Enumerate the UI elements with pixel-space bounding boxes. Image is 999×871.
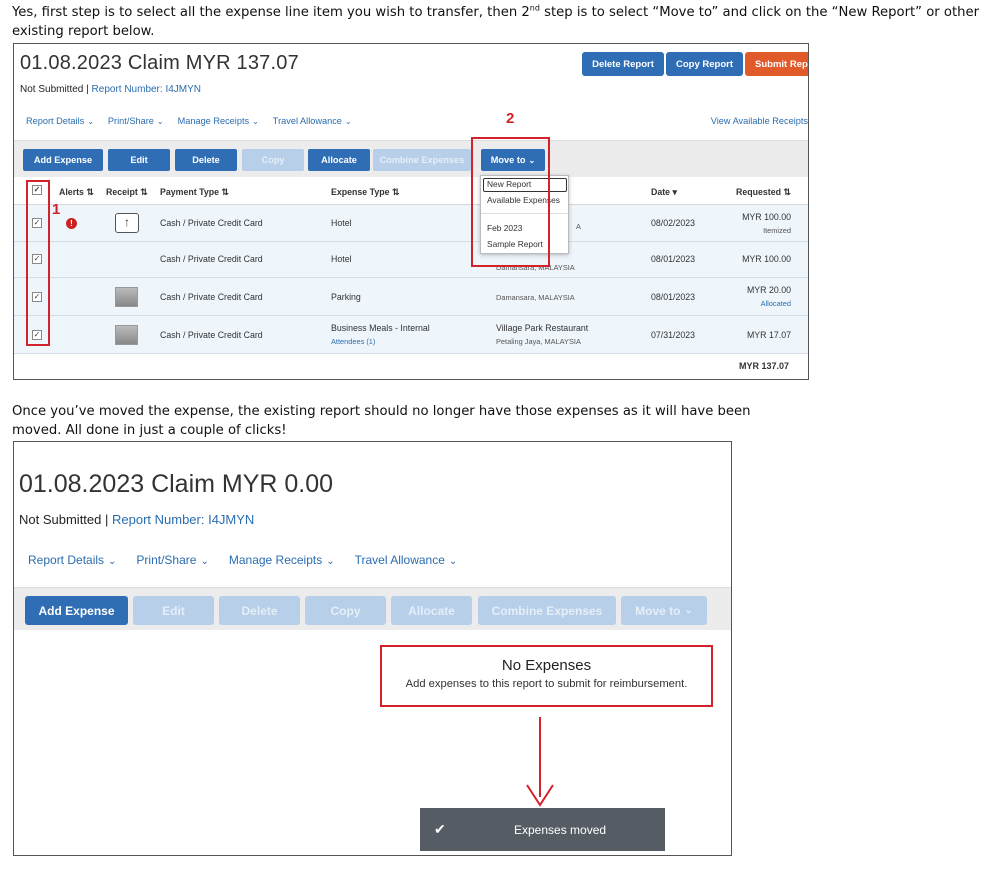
screenshot-after: 01.08.2023 Claim MYR 0.00 Not Submitted … — [13, 441, 732, 856]
combine-expenses-button[interactable]: Combine Expenses — [478, 596, 616, 625]
payment-type: Cash / Private Credit Card — [160, 218, 263, 228]
payment-type: Cash / Private Credit Card — [160, 254, 263, 264]
chevron-down-icon: ⌄ — [684, 605, 693, 616]
move-to-button[interactable]: Move to ⌄ — [621, 596, 707, 625]
chevron-down-icon: ⌄ — [156, 117, 164, 126]
report-total: MYR 137.07 — [738, 361, 789, 371]
payment-type: Cash / Private Credit Card — [160, 330, 263, 340]
attendees-link[interactable]: Attendees (1) — [331, 337, 375, 346]
tab-manage-receipts[interactable]: Manage Receipts ⌄ — [178, 116, 259, 126]
table-row[interactable]: ✓ Cash / Private Credit Card Parking Dam… — [14, 278, 808, 316]
alert-icon: ! — [66, 218, 77, 229]
tab-report-details[interactable]: Report Details ⌄ — [28, 553, 116, 567]
expense-type: Business Meals - Internal — [331, 323, 430, 333]
report-status: Not Submitted | — [19, 512, 109, 527]
report-menu: Report Details ⌄ Print/Share ⌄ Manage Rece… — [28, 553, 457, 567]
col-payment-type[interactable]: Payment Type ⇅ — [160, 187, 229, 198]
annotation-box-move-to — [471, 137, 550, 267]
report-subtitle: Not Submitted | Report Number: I4JMYN — [20, 84, 201, 95]
table-row[interactable]: ✓ Cash / Private Credit Card Business Me… — [14, 316, 808, 354]
copy-button[interactable]: Copy — [305, 596, 386, 625]
amount: MYR 17.07 — [746, 330, 791, 340]
expense-date: 08/02/2023 — [651, 218, 696, 228]
view-available-receipts-link[interactable]: View Available Receipts — [711, 116, 808, 126]
receipt-thumbnail[interactable] — [115, 325, 138, 345]
copy-button[interactable]: Copy — [242, 149, 304, 171]
vendor-location: Damansara, MALAYSIA — [496, 293, 575, 302]
tab-travel-allowance[interactable]: Travel Allowance ⌄ — [355, 553, 458, 567]
arrow-head-icon — [526, 784, 554, 807]
tab-manage-receipts[interactable]: Manage Receipts ⌄ — [229, 553, 335, 567]
chevron-down-icon: ⌄ — [200, 556, 209, 567]
expense-type: Hotel — [331, 254, 352, 264]
submit-report-button[interactable]: Submit Repo — [745, 52, 808, 76]
vendor-location: Petaling Jaya, MALAYSIA — [496, 337, 581, 346]
copy-report-button[interactable]: Copy Report — [666, 52, 743, 76]
delete-button[interactable]: Delete — [219, 596, 300, 625]
tab-print-share[interactable]: Print/Share ⌄ — [136, 553, 208, 567]
payment-type: Cash / Private Credit Card — [160, 292, 263, 302]
chevron-down-icon: ⌄ — [87, 117, 94, 126]
report-number-link[interactable]: Report Number: I4JMYN — [92, 84, 201, 95]
table-row[interactable]: ✓ Cash / Private Credit Card Hotel Daman… — [14, 242, 808, 278]
table-row[interactable]: ✓ ! ↑ Cash / Private Credit Card Hotel A… — [14, 205, 808, 242]
screenshot-before: 01.08.2023 Claim MYR 137.07 Not Submitte… — [13, 43, 809, 380]
col-alerts[interactable]: Alerts ⇅ — [59, 187, 94, 198]
receipt-thumbnail[interactable] — [115, 287, 138, 307]
col-requested[interactable]: Requested ⇅ — [736, 187, 791, 198]
chevron-down-icon: ⌄ — [252, 117, 259, 126]
report-title: 01.08.2023 Claim MYR 137.07 — [20, 52, 299, 74]
chevron-down-icon: ⌄ — [326, 556, 335, 567]
allocate-button[interactable]: Allocate — [308, 149, 370, 171]
amount-note: Itemized — [763, 226, 791, 235]
report-menu: Report Details ⌄ Print/Share ⌄ Manage Rece… — [26, 116, 352, 126]
add-expense-button[interactable]: Add Expense — [23, 149, 103, 171]
amount: MYR 20.00 — [746, 285, 791, 295]
expense-date: 08/01/2023 — [651, 254, 696, 264]
tab-travel-allowance[interactable]: Travel Allowance ⌄ — [273, 116, 352, 126]
delete-button[interactable]: Delete — [175, 149, 237, 171]
annotation-number-1: 1 — [52, 201, 61, 218]
chevron-down-icon: ⌄ — [448, 556, 458, 567]
expense-toolbar: Add Expense Edit Delete Copy Allocate Co… — [14, 587, 731, 630]
expense-date: 08/01/2023 — [651, 292, 696, 302]
upload-receipt-icon[interactable]: ↑ — [115, 213, 139, 233]
add-expense-button[interactable]: Add Expense — [25, 596, 128, 625]
report-number-link[interactable]: Report Number: I4JMYN — [112, 512, 254, 527]
toast-notification: ✔ Expenses moved — [420, 808, 665, 851]
chevron-down-icon: ⌄ — [108, 556, 117, 567]
edit-button[interactable]: Edit — [133, 596, 214, 625]
expense-type: Parking — [331, 292, 361, 302]
delete-report-button[interactable]: Delete Report — [582, 52, 664, 76]
allocate-button[interactable]: Allocate — [391, 596, 472, 625]
edit-button[interactable]: Edit — [108, 149, 170, 171]
report-title: 01.08.2023 Claim MYR 0.00 — [19, 470, 334, 498]
checkmark-icon: ✔ — [434, 821, 446, 837]
chevron-down-icon: ⌄ — [344, 117, 352, 126]
col-receipt[interactable]: Receipt ⇅ — [106, 187, 148, 198]
toast-message: Expenses moved — [514, 822, 607, 837]
expense-type: Hotel — [331, 218, 352, 228]
amount-note[interactable]: Allocated — [761, 299, 791, 308]
amount: MYR 100.00 — [742, 212, 791, 222]
amount: MYR 100.00 — [742, 254, 791, 264]
annotation-box-checkboxes — [26, 180, 50, 346]
table-header: ✓ Alerts ⇅ Receipt ⇅ Payment Type ⇅ Expe… — [14, 177, 808, 205]
col-expense-type[interactable]: Expense Type ⇅ — [331, 187, 399, 198]
vendor-name: Village Park Restaurant — [496, 323, 589, 333]
middle-paragraph: Once you’ve moved the expense, the exist… — [12, 404, 751, 438]
tab-print-share[interactable]: Print/Share ⌄ — [108, 116, 164, 126]
report-status: Not Submitted | — [20, 84, 89, 95]
annotation-number-2: 2 — [506, 110, 515, 127]
vendor-location: A — [576, 222, 581, 231]
expense-toolbar: Add Expense Edit Delete Copy Allocate Co… — [14, 140, 808, 177]
intro-paragraph: Yes, first step is to select all the exp… — [12, 3, 980, 39]
col-date[interactable]: Date ▾ — [651, 187, 677, 198]
annotation-box-empty-state — [380, 645, 713, 707]
expense-date: 07/31/2023 — [651, 330, 696, 340]
tab-report-details[interactable]: Report Details ⌄ — [26, 116, 94, 126]
report-subtitle: Not Submitted | Report Number: I4JMYN — [19, 512, 254, 527]
combine-expenses-button[interactable]: Combine Expenses — [373, 149, 471, 171]
